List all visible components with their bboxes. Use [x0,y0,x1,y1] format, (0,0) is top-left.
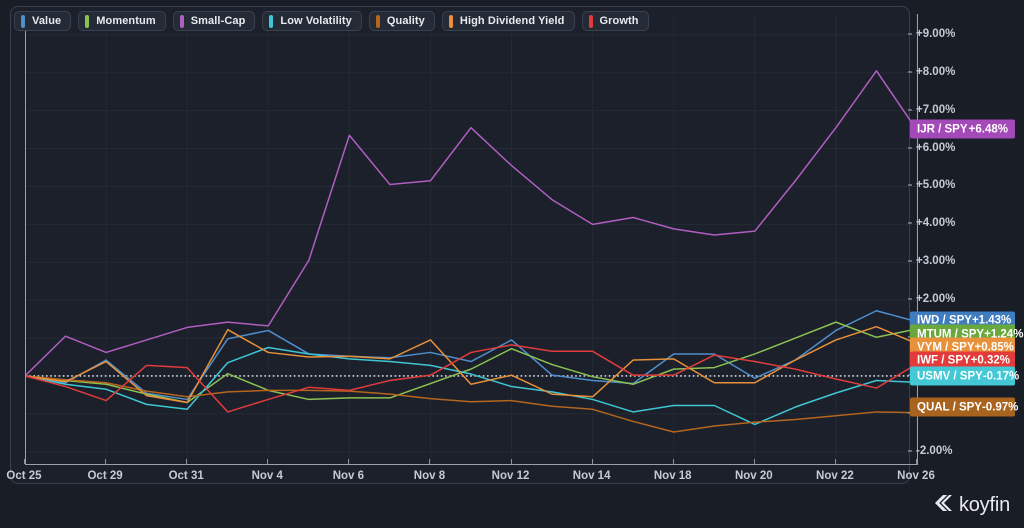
y-axis-tick-label: +6.00% [916,141,956,154]
legend-item-label: Momentum [96,15,156,27]
x-axis-tick-label: Oct 29 [87,470,123,482]
y-axis-tick-mark [908,298,912,300]
series-line-small-cap [25,70,918,377]
price-badge-value: +0.32% [970,354,1010,367]
x-axis-tick-label: Nov 22 [816,470,854,482]
x-axis-tick-label: Nov 26 [897,470,935,482]
x-axis-tick-label: Nov 8 [413,470,446,482]
x-axis-tick-mark [348,459,350,464]
legend-color-swatch-icon [269,14,274,28]
x-axis-tick-mark [672,459,674,464]
x-axis-tick-mark [510,459,512,464]
x-axis-tick-label: Nov 14 [572,470,611,482]
y-axis-tick-label: +2.00% [916,293,956,306]
x-axis-tick-label: Oct 31 [168,470,204,482]
x-axis-tick-label: Nov 6 [332,470,365,482]
price-badge-qual[interactable]: QUAL / SPY -0.97% [910,397,1019,417]
price-badge-ijr[interactable]: IJR / SPY +6.48% [910,119,1015,139]
x-axis-tick-label: Oct 25 [6,470,42,482]
series-legend: Value Momentum Small-Cap Low Volatility Qual… [14,11,649,31]
price-badge-ticker: IJR / SPY [917,123,968,136]
x-axis-tick-label: Nov 12 [491,470,530,482]
legend-color-swatch-icon [179,14,184,28]
legend-item-label: Value [32,15,62,27]
x-axis-tick-label: Nov 18 [653,470,692,482]
plot-area [25,14,918,465]
legend-color-swatch-icon [21,14,25,28]
price-badge-usmv[interactable]: USMV / SPY -0.17% [910,366,1019,386]
x-axis-tick-mark [105,459,107,464]
legend-item-label: High Dividend Yield [459,15,565,27]
y-axis-tick-mark [908,109,912,111]
legend-item-label: Small-Cap [190,15,246,27]
x-axis-tick-label: Nov 20 [734,470,773,482]
y-axis-tick-mark [908,33,912,35]
legend-color-swatch-icon [375,14,380,28]
x-axis-tick-mark [429,459,431,464]
price-badge-ticker: USMV / SPY [917,370,983,383]
y-axis-tick-label: +8.00% [916,65,956,78]
series-line-momentum [25,321,918,404]
x-axis-tick-mark [591,459,593,464]
legend-color-swatch-icon [85,14,90,28]
series-line-value [25,310,918,401]
koyfin-watermark: koyfin [931,493,1010,518]
y-axis-tick-label: +5.00% [916,179,956,192]
x-axis-tick-mark [186,459,188,464]
x-axis-tick-label: Nov 4 [251,470,283,482]
legend-item-small-cap[interactable]: Small-Cap [172,11,256,31]
legend-item-label: Low Volatility [280,15,352,27]
chart-panel [10,6,918,484]
y-axis-tick-mark [908,184,912,186]
x-axis-tick-mark [24,459,25,464]
y-axis-tick-label: +3.00% [916,255,956,268]
y-axis-tick-label: -2.00% [916,444,953,457]
price-badge-ticker: QUAL / SPY [917,401,982,414]
x-axis-tick-mark [834,459,836,464]
legend-item-momentum[interactable]: Momentum [78,11,166,31]
chart-canvas [25,14,918,465]
legend-color-swatch-icon [588,14,593,28]
legend-item-quality[interactable]: Quality [368,11,435,31]
legend-item-value[interactable]: Value [14,11,72,31]
chart-screen: Value Momentum Small-Cap Low Volatility Qual… [0,0,1024,528]
y-axis-tick-mark [908,71,912,73]
koyfin-logo-icon [931,493,953,518]
y-axis-tick-mark [908,260,912,262]
price-badge-value: -0.17% [982,370,1020,383]
x-axis-tick-mark [753,459,755,464]
y-axis-tick-label: +7.00% [916,103,956,116]
legend-item-label: Quality [386,15,425,27]
legend-color-swatch-icon [448,14,453,28]
price-badge-value: +6.48% [968,123,1008,136]
legend-item-low-volatility[interactable]: Low Volatility [262,11,362,31]
price-badge-ticker: IWF / SPY [917,354,971,367]
y-axis-tick-mark [908,147,912,149]
y-axis-tick-mark [908,222,912,224]
price-badge-value: -0.97% [981,401,1019,414]
legend-item-label: Growth [599,15,639,27]
series-line-low-volatility [25,346,918,426]
koyfin-wordmark: koyfin [958,494,1010,516]
y-axis-tick-mark [908,450,912,452]
x-axis-tick-mark [267,459,269,464]
x-axis-tick-mark [916,459,917,464]
legend-item-growth[interactable]: Growth [581,11,649,31]
legend-item-high-dividend-yield[interactable]: High Dividend Yield [441,11,575,31]
y-axis-tick-label: +4.00% [916,217,956,230]
y-axis-tick-label: +9.00% [916,27,956,40]
